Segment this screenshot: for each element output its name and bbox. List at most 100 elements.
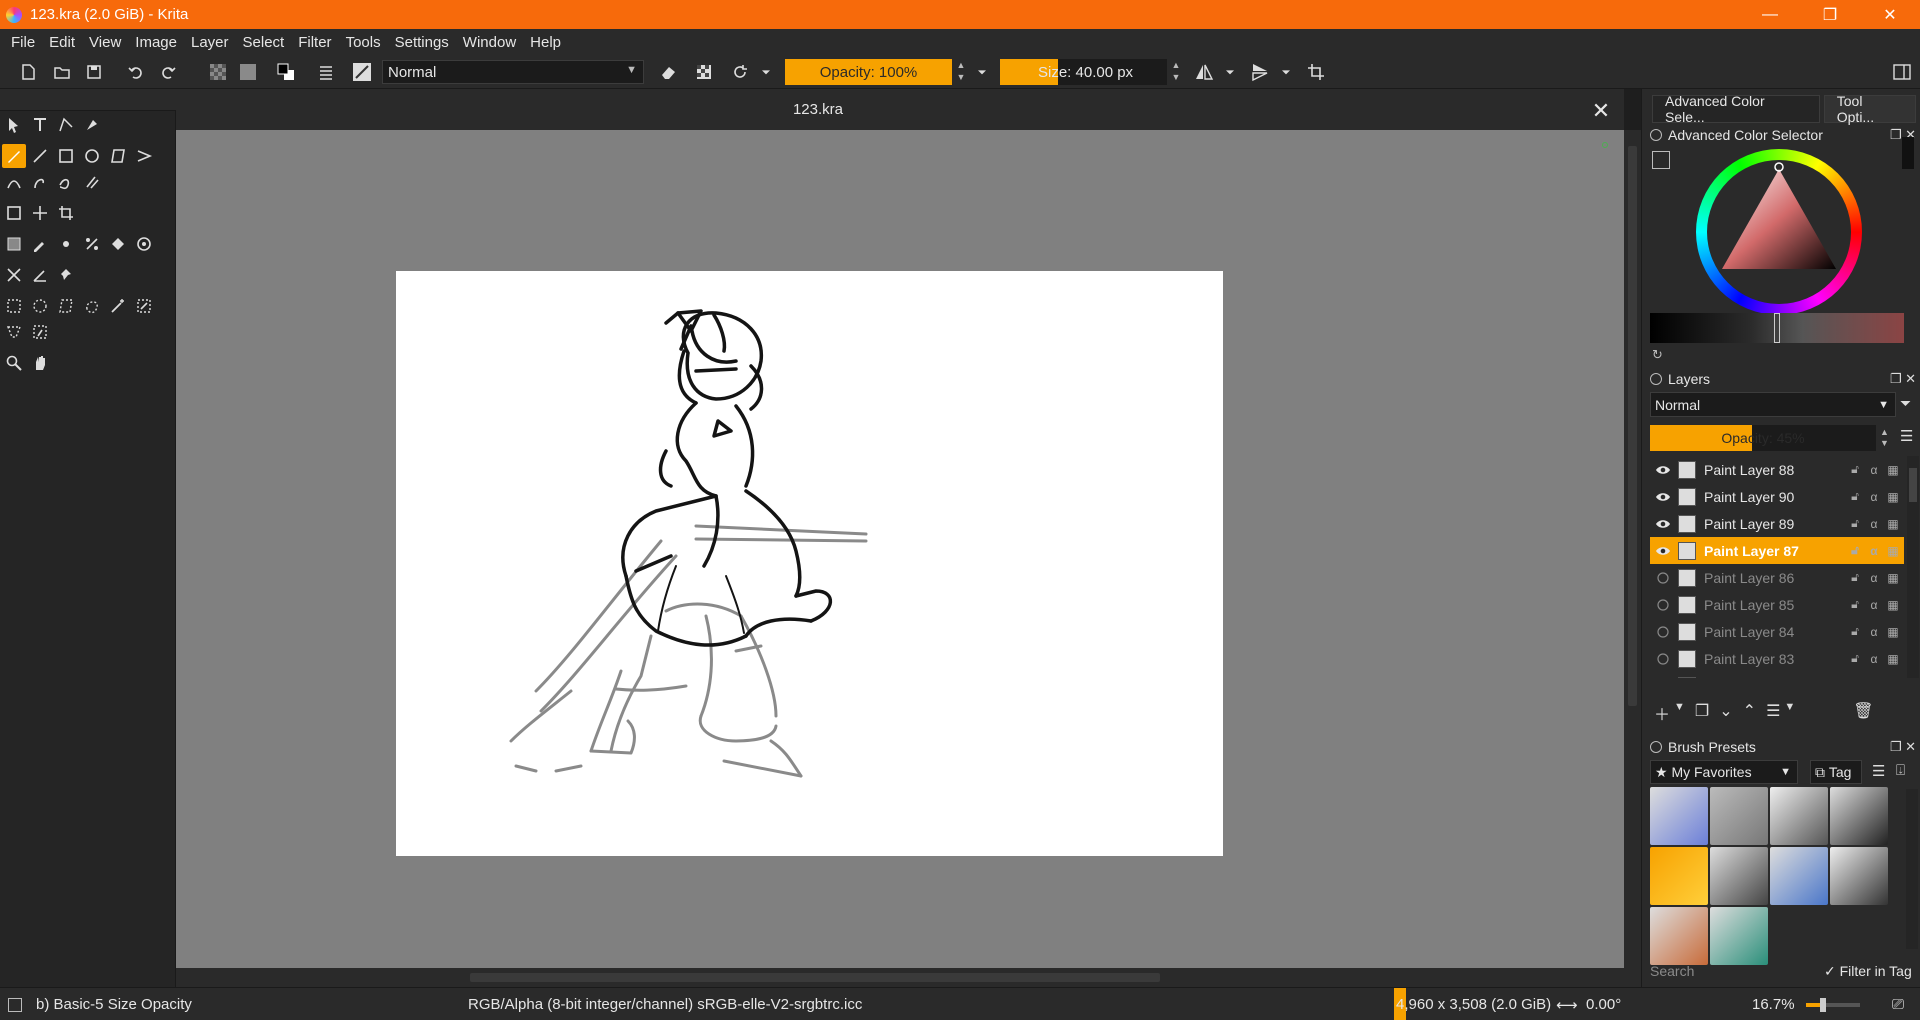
gradient-tool-icon[interactable] (2, 232, 26, 256)
duplicate-layer-icon[interactable]: ❐ (1695, 701, 1709, 725)
add-layer-icon[interactable]: ＋ (1654, 701, 1670, 725)
polygon-select-icon[interactable] (54, 294, 78, 318)
menu-help[interactable]: Help (523, 34, 568, 51)
size-slider[interactable]: Size: 40.00 px (1000, 59, 1167, 85)
canvas-paper[interactable] (396, 271, 1223, 856)
filter-icon[interactable]: ⏷ (1900, 395, 1911, 412)
layer-row[interactable]: Paint Layer 86 🔓︎ α ▦ (1650, 564, 1904, 591)
lock-icon[interactable]: 🔓︎ (1847, 570, 1863, 585)
reference-pin-icon[interactable] (54, 263, 78, 287)
zoom-slider[interactable] (1806, 988, 1860, 1020)
lock-icon[interactable]: 🔓︎ (1847, 597, 1863, 612)
inherit-alpha-icon[interactable]: ▦ (1885, 490, 1901, 504)
mirror-horizontal-icon[interactable] (1192, 60, 1216, 84)
lock-icon[interactable] (1650, 373, 1662, 385)
brush-settings-icon[interactable] (314, 60, 338, 84)
layer-row[interactable]: Paint Layer 83 🔓︎ α ▦ (1650, 645, 1904, 672)
brush-presets-window-controls[interactable]: ❐ ✕ (1890, 739, 1916, 755)
open-folder-icon[interactable] (50, 60, 74, 84)
tab-tool-options[interactable]: Tool Opti... (1823, 93, 1916, 125)
eye-closed-icon[interactable] (1654, 596, 1672, 614)
chevron-down-icon[interactable]: ▼ (1784, 701, 1795, 725)
lock-icon[interactable]: 🔓︎ (1847, 651, 1863, 666)
undo-icon[interactable] (124, 60, 148, 84)
lock-icon[interactable] (1650, 129, 1662, 141)
brush-preset-tile[interactable] (1770, 847, 1828, 905)
bezier-curve-icon[interactable] (2, 170, 26, 194)
zoom-tool-icon[interactable] (2, 351, 26, 375)
horizontal-scroll-thumb[interactable] (470, 973, 1160, 982)
color-picker-icon[interactable] (28, 232, 52, 256)
alpha-lock-icon[interactable]: α (1866, 544, 1882, 558)
freehand-brush-icon[interactable] (2, 144, 26, 168)
freehand-path-icon[interactable] (28, 170, 52, 194)
preset-tag-button[interactable]: ⧉ Tag (1810, 760, 1862, 784)
lock-icon[interactable]: 🔓︎ (1847, 624, 1863, 639)
measure-tool-icon[interactable] (28, 263, 52, 287)
menu-filter[interactable]: Filter (291, 34, 338, 51)
menu-window[interactable]: Window (456, 34, 523, 51)
menu-view[interactable]: View (82, 34, 128, 51)
assistant-tool-icon[interactable] (80, 232, 104, 256)
brush-preset-icon[interactable] (350, 60, 374, 84)
alpha-lock-icon[interactable]: α (1866, 571, 1882, 585)
eye-icon[interactable] (1654, 488, 1672, 506)
layer-list-scrollbar[interactable] (1907, 456, 1919, 678)
select-shapes-icon[interactable] (2, 113, 26, 137)
menu-select[interactable]: Select (236, 34, 292, 51)
delete-layer-icon[interactable]: 🗑 (1853, 701, 1873, 725)
mirror-vertical-icon[interactable] (1248, 60, 1272, 84)
save-icon[interactable] (82, 60, 106, 84)
brush-preset-tile[interactable] (1650, 907, 1708, 965)
menu-file[interactable]: File (4, 34, 42, 51)
crop-tool-icon[interactable] (54, 201, 78, 225)
tab-advanced-color-selector[interactable]: Advanced Color Sele... (1652, 93, 1820, 125)
eye-icon[interactable] (1654, 542, 1672, 560)
canvas-horizontal-scrollbar[interactable] (176, 968, 1641, 987)
layer-row[interactable]: Paint Layer 82🔓︎α▦ (1650, 672, 1904, 678)
alpha-lock-icon[interactable]: α (1866, 652, 1882, 666)
calligraphy-icon[interactable] (80, 113, 104, 137)
layer-row[interactable]: Paint Layer 85 🔓︎ α ▦ (1650, 591, 1904, 618)
new-document-icon[interactable] (16, 60, 40, 84)
alpha-lock-icon[interactable]: α (1866, 625, 1882, 639)
color-wheel[interactable] (1696, 149, 1862, 315)
chevron-down-icon[interactable]: ▼ (1674, 701, 1685, 725)
preset-view-icon[interactable]: ☰ (1872, 762, 1885, 780)
chevron-down-icon[interactable] (758, 60, 774, 84)
close-button[interactable]: ✕ (1860, 0, 1920, 29)
brush-preset-tile[interactable] (1650, 787, 1708, 845)
lock-icon[interactable] (1650, 741, 1662, 753)
color-value-strip[interactable] (1650, 313, 1904, 343)
brush-preset-tile-active[interactable] (1650, 847, 1708, 905)
layer-blend-select[interactable]: Normal ▼ (1650, 392, 1896, 417)
ellipse-tool-icon[interactable] (80, 144, 104, 168)
maximize-button[interactable]: ❐ (1800, 0, 1860, 29)
fill-tool-icon[interactable] (106, 232, 130, 256)
layer-properties-icon[interactable]: ☰ (1766, 701, 1780, 725)
magnetic-select-icon[interactable] (28, 320, 52, 344)
brush-preset-tile[interactable] (1830, 847, 1888, 905)
brush-preset-tile[interactable] (1710, 787, 1768, 845)
lock-icon[interactable]: 🔓︎ (1847, 462, 1863, 477)
rotation-icon[interactable]: ⟷ (1556, 988, 1582, 1020)
move-layer-up-icon[interactable]: ⌃ (1743, 701, 1756, 725)
similar-color-select-icon[interactable] (132, 294, 156, 318)
minimize-button[interactable]: — (1740, 0, 1800, 29)
brush-preset-tile[interactable] (1770, 787, 1828, 845)
eye-closed-icon[interactable] (1654, 623, 1672, 641)
lock-icon[interactable]: 🔓︎ (1847, 516, 1863, 531)
refresh-icon[interactable]: ↻ (1652, 347, 1663, 363)
dynamic-brush-icon[interactable] (54, 170, 78, 194)
eye-closed-icon[interactable] (1654, 650, 1672, 668)
brush-preset-tile[interactable] (1710, 847, 1768, 905)
layer-row[interactable]: Paint Layer 89 🔓︎ α ▦ (1650, 510, 1904, 537)
layer-row[interactable]: Paint Layer 84 🔓︎ α ▦ (1650, 618, 1904, 645)
menu-settings[interactable]: Settings (388, 34, 456, 51)
layers-window-controls[interactable]: ❐ ✕ (1890, 371, 1916, 387)
polyline-tool-icon[interactable] (132, 144, 156, 168)
size-spinner[interactable]: ▲ ▼ (1169, 59, 1183, 85)
smart-patch-icon[interactable] (54, 232, 78, 256)
preset-search-input[interactable]: Search (1650, 960, 1810, 982)
layer-row[interactable]: Paint Layer 88 🔓︎ α ▦ (1650, 456, 1904, 483)
